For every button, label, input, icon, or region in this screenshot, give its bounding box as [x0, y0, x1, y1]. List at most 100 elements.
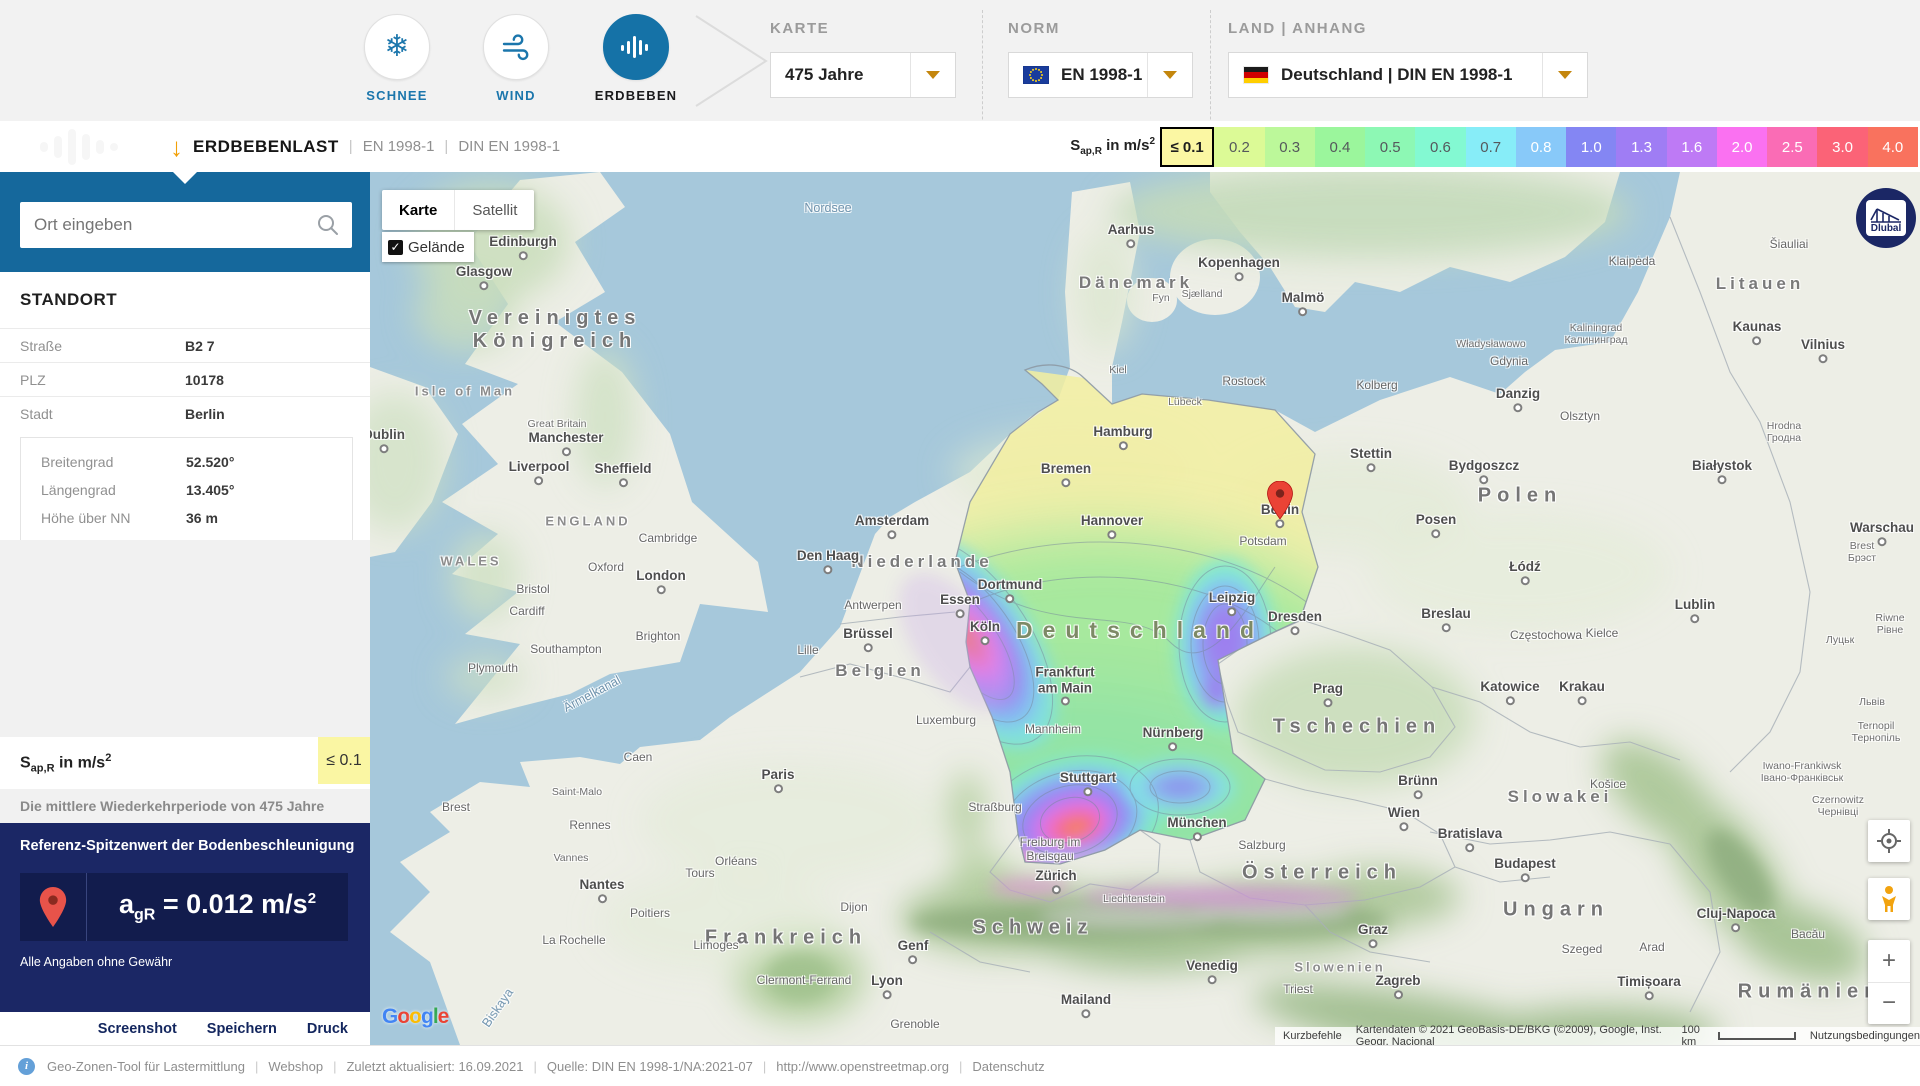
legend-swatch[interactable]: 3.0 [1817, 127, 1868, 167]
map-attribution: Kurzbefehle Kartendaten © 2021 GeoBasis-… [1275, 1024, 1920, 1045]
terms-link[interactable]: Nutzungsbedingungen [1810, 1030, 1920, 1042]
search-panel [0, 171, 370, 272]
legend-swatch[interactable]: 0.3 [1264, 127, 1315, 167]
google-logo-letter: G [382, 1005, 398, 1028]
footer-item[interactable]: Geo-Zonen-Tool für Lastermittlung [47, 1059, 268, 1074]
footer-item[interactable]: http://www.openstreetmap.org [776, 1059, 972, 1074]
row-label: Straße [20, 337, 63, 354]
row-value: 10178 [185, 371, 224, 388]
pipe-separator: | [348, 138, 353, 155]
subheader-bar: ↓ ERDBEBENLAST | EN 1998-1 | DIN EN 1998… [0, 121, 1920, 172]
app-header: ❄ SCHNEE WIND ERDBEBEN KARTE 475 Jahre N… [0, 0, 1920, 160]
base-map-art [370, 172, 1920, 1045]
search-icon[interactable] [316, 213, 340, 237]
zoom-control: + − [1868, 940, 1910, 1024]
map-type-satellit-button[interactable]: Satellit [454, 190, 535, 230]
footer-item[interactable]: Webshop [268, 1059, 346, 1074]
agr-value: agR = 0.012 m/s2 [118, 889, 317, 924]
result-quantity-label: Sap,R in m/s2 [20, 751, 112, 775]
scale-bar [1718, 1032, 1796, 1040]
row-label: Stadt [20, 405, 53, 422]
action-link[interactable]: Speichern [207, 1021, 277, 1037]
land-dropdown[interactable]: Deutschland | DIN EN 1998-1 [1228, 52, 1588, 98]
legend-swatch[interactable]: ≤ 0.1 [1160, 127, 1215, 167]
google-logo: Google [382, 1005, 450, 1029]
pegman-icon [1882, 886, 1896, 912]
keyboard-shortcuts-link[interactable]: Kurzbefehle [1283, 1030, 1342, 1042]
agr-box: agR = 0.012 m/s2 [20, 873, 348, 941]
map-pin-icon [20, 873, 87, 941]
nav-wind[interactable]: WIND [461, 14, 571, 103]
standort-title: STANDORT [20, 290, 118, 309]
legend-swatch[interactable]: 0.4 [1314, 127, 1366, 167]
chevron-down-icon [1542, 53, 1587, 97]
dlubal-bridge-icon: Dlubal [1866, 200, 1906, 236]
legend-swatch[interactable]: 1.3 [1616, 127, 1667, 167]
result-row: Sap,R in m/s2 ≤ 0.1 [0, 737, 370, 789]
search-box [20, 202, 352, 248]
sidebar-spacer [0, 540, 370, 737]
footer-links: Geo-Zonen-Tool für LastermittlungWebshop… [47, 1059, 1045, 1074]
disclaimer-text: Alle Angaben ohne Gewähr [20, 955, 173, 969]
coordinate-row: Breitengrad 52.520° [21, 448, 352, 476]
google-logo-letter: e [437, 1005, 450, 1028]
chevron-down-icon [910, 53, 955, 97]
sidebar-actions: Screenshot Speichern Druck [0, 1012, 370, 1045]
row-label: PLZ [20, 371, 46, 388]
nav-erdbeben[interactable]: ERDBEBEN [581, 14, 691, 103]
zoom-in-button[interactable]: + [1868, 940, 1910, 983]
legend-swatch[interactable]: 0.7 [1465, 127, 1516, 167]
earthquake-icon [603, 14, 669, 80]
footer-item[interactable]: Quelle: DIN EN 1998-1/NA:2021-07 [547, 1059, 776, 1074]
norm-dropdown-label: NORM [1008, 20, 1060, 37]
action-link[interactable]: Druck [307, 1021, 348, 1037]
legend-swatch[interactable]: 2.5 [1767, 127, 1818, 167]
row-value: Berlin [185, 405, 225, 422]
legend-swatch[interactable]: 1.0 [1566, 127, 1617, 167]
legend-swatch[interactable]: 0.5 [1365, 127, 1416, 167]
legend-swatch[interactable]: 4.0 [1867, 127, 1918, 167]
result-value-badge: ≤ 0.1 [318, 737, 370, 784]
standort-row: PLZ 10178 [0, 362, 370, 396]
map-data-credit: Kartendaten © 2021 GeoBasis-DE/BKG (©200… [1355, 1024, 1662, 1045]
legend-quantity-label: Sap,R in m/s2 [1070, 136, 1155, 157]
standort-rows: Straße B2 7 PLZ 10178 Stadt Berlin [0, 328, 370, 430]
action-link[interactable]: Screenshot [98, 1021, 177, 1037]
dlubal-logo[interactable]: Dlubal [1856, 188, 1916, 248]
breadcrumb-arrow-icon [695, 15, 768, 107]
pegman-button[interactable] [1868, 878, 1910, 920]
map-type-control: Karte Satellit [382, 190, 535, 230]
legend-swatch[interactable]: 0.2 [1214, 127, 1265, 167]
legend-swatch[interactable]: 1.6 [1666, 127, 1717, 167]
terrain-toggle[interactable]: Gelände [382, 232, 474, 262]
zoom-out-button[interactable]: − [1868, 983, 1910, 1025]
app-footer: i Geo-Zonen-Tool für LastermittlungWebsh… [0, 1045, 1920, 1086]
coordinate-row: Höhe über NN 36 m [21, 504, 352, 532]
land-dropdown-value: Deutschland | DIN EN 1998-1 [1281, 65, 1513, 84]
footer-item[interactable]: Datenschutz [972, 1059, 1044, 1074]
row-value: B2 7 [185, 337, 215, 354]
locate-icon [1877, 829, 1901, 853]
legend-scale: ≤ 0.1 0.2 0.3 0.4 0.5 0.6 0.7 0.8 1.0 1.3 1.6 2.0 2.… [1160, 127, 1918, 167]
legend-swatch[interactable]: 0.8 [1515, 127, 1567, 167]
karte-dropdown-value: 475 Jahre [785, 65, 864, 84]
annex-ref: DIN EN 1998-1 [458, 138, 561, 155]
nav-erdbeben-label: ERDBEBEN [594, 88, 678, 103]
nav-schnee[interactable]: ❄ SCHNEE [342, 14, 452, 103]
my-location-button[interactable] [1868, 820, 1910, 862]
row-label: Breitengrad [41, 454, 114, 470]
map-canvas[interactable]: Nordsee Ärmelkanal Biskaya Vereinigtes Köni… [370, 172, 1920, 1045]
karte-dropdown[interactable]: 475 Jahre [770, 52, 956, 98]
search-input[interactable] [32, 214, 316, 236]
map-type-karte-button[interactable]: Karte [382, 190, 455, 230]
legend-swatch[interactable]: 0.6 [1415, 127, 1466, 167]
row-label: Längengrad [41, 482, 116, 498]
footer-item[interactable]: Zuletzt aktualisiert: 16.09.2021 [346, 1059, 546, 1074]
land-dropdown-label: LAND | ANHANG [1228, 20, 1367, 37]
terrain-label: Gelände [408, 238, 465, 256]
berlin-pin-marker[interactable] [1267, 481, 1293, 519]
norm-dropdown[interactable]: EN 1998-1 [1008, 52, 1193, 98]
reference-panel: Referenz-Spitzenwert der Bodenbeschleuni… [0, 823, 370, 1012]
panel-notch [172, 171, 198, 184]
legend-swatch[interactable]: 2.0 [1716, 127, 1768, 167]
